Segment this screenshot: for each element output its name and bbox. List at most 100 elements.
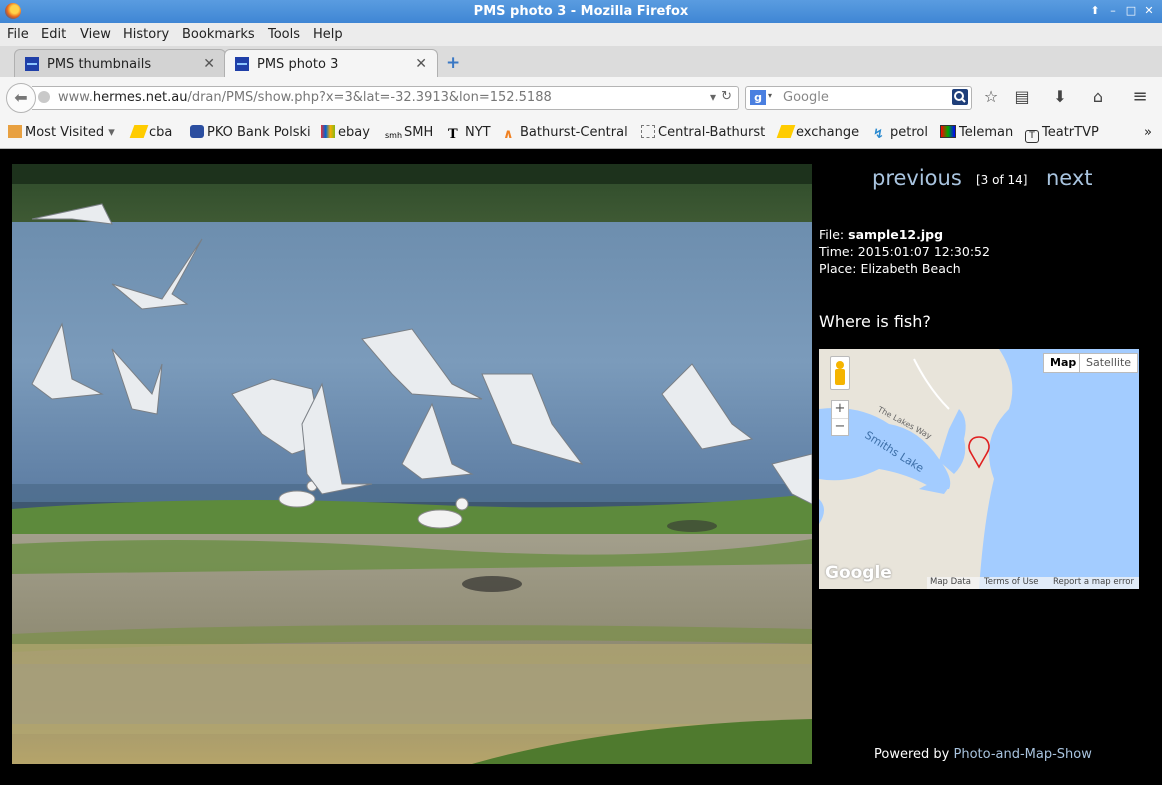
bookmark-exchange[interactable]: exchange	[776, 125, 860, 140]
zoom-in-button[interactable]: +	[832, 401, 848, 418]
bookmark-bathurst-central[interactable]: ∧ Bathurst-Central	[503, 125, 628, 142]
firefox-window: PMS photo 3 - Mozilla Firefox ⬆ – □ ✕ Fi…	[0, 0, 1162, 785]
zoom-controls: + −	[831, 400, 849, 436]
bookmark-cba[interactable]: cba	[129, 125, 173, 140]
bookmark-label: Central-Bathurst	[658, 125, 766, 140]
bookmark-label: cba	[149, 125, 173, 140]
bookmark-label: Teleman	[959, 125, 1014, 140]
map-type-map-button[interactable]: Map	[1043, 353, 1084, 373]
place-label: Place:	[819, 261, 857, 276]
pms-favicon-icon	[25, 57, 39, 71]
url-text[interactable]: www.hermes.net.au/dran/PMS/show.php?x=3&…	[58, 90, 552, 105]
window-title: PMS photo 3 - Mozilla Firefox	[473, 4, 689, 19]
downloads-icon[interactable]: ⬇	[1050, 87, 1070, 107]
report-map-error-link[interactable]: Report a map error	[1053, 577, 1134, 587]
tab-close-icon[interactable]: ✕	[415, 56, 427, 72]
terms-of-use-link[interactable]: Terms of Use	[984, 577, 1039, 587]
reload-icon[interactable]: ↻	[721, 89, 732, 104]
window-maximize-up-icon[interactable]: ⬆	[1088, 4, 1102, 18]
google-logo: Google	[825, 563, 892, 583]
window-maximize-button[interactable]: □	[1124, 4, 1138, 18]
bookmark-teleman[interactable]: Teleman	[940, 125, 1013, 140]
photo-counter: [3 of 14]	[976, 173, 1028, 187]
pegman-head	[836, 361, 844, 369]
next-link[interactable]: next	[1046, 166, 1093, 190]
home-icon[interactable]: ⌂	[1088, 87, 1108, 107]
bookmark-label: Bathurst-Central	[520, 125, 628, 140]
hamburger-menu-icon[interactable]: ≡	[1130, 87, 1150, 107]
previous-link[interactable]: previous	[872, 166, 962, 190]
powered-by-text: Powered by	[874, 747, 950, 762]
petrol-icon: ↯	[873, 127, 884, 142]
time-label: Time:	[819, 244, 854, 259]
bookmark-label: SMH	[404, 125, 434, 140]
page-content: previous [3 of 14] next File: sample12.j…	[0, 149, 1162, 785]
bookmark-pko[interactable]: PKO Bank Polski	[190, 125, 311, 140]
menu-edit[interactable]: Edit	[41, 27, 66, 42]
place-value: Elizabeth Beach	[860, 261, 961, 276]
teleman-icon	[940, 125, 956, 138]
bird-photo	[12, 164, 812, 764]
bathurst-central-icon: ∧	[503, 127, 514, 142]
street-view-pegman-icon[interactable]	[830, 356, 850, 390]
search-box[interactable]: g ▾ Google	[745, 86, 972, 110]
file-label: File:	[819, 227, 845, 242]
pegman-body	[835, 369, 845, 385]
pko-icon	[190, 125, 204, 138]
menu-bar: File Edit View History Bookmarks Tools H…	[0, 23, 1162, 46]
search-input[interactable]: Google	[783, 90, 829, 105]
bookmarks-toolbar: Most Visited ▾ cba PKO Bank Polski ebay …	[0, 117, 1162, 149]
tab-label: PMS photo 3	[257, 57, 339, 72]
bookmark-label: TeatrTVP	[1042, 125, 1099, 140]
tab-pms-photo-3[interactable]: PMS photo 3 ✕	[224, 49, 438, 78]
globe-icon	[38, 91, 50, 103]
bookmark-teatrtvp[interactable]: T TeatrTVP	[1025, 125, 1099, 143]
menu-tools[interactable]: Tools	[268, 27, 300, 42]
search-engine-dropdown-icon[interactable]: ▾	[768, 91, 772, 100]
bookmark-central-bathurst[interactable]: Central-Bathurst	[641, 125, 765, 140]
url-path: /dran/PMS/show.php?x=3&lat=-32.3913&lon=…	[187, 90, 552, 105]
zoom-out-button[interactable]: −	[832, 418, 848, 436]
bookmark-petrol[interactable]: ↯ petrol	[873, 125, 928, 142]
map-footer: Map Data Terms of Use Report a map error	[927, 577, 1139, 589]
url-bar[interactable]: www.hermes.net.au/dran/PMS/show.php?x=3&…	[32, 86, 739, 110]
bookmark-smh[interactable]: smh SMH	[385, 125, 433, 144]
bookmark-ebay[interactable]: ebay	[321, 125, 370, 140]
bookmark-label: Most Visited	[25, 125, 105, 140]
menu-help[interactable]: Help	[313, 27, 343, 42]
smh-icon: smh	[385, 131, 403, 140]
photo-caption: Where is fish?	[819, 312, 931, 331]
time-value: 2015:01:07 12:30:52	[857, 244, 990, 259]
google-search-engine-icon[interactable]: g	[750, 90, 766, 105]
menu-bookmarks[interactable]: Bookmarks	[182, 27, 255, 42]
bookmark-label: ebay	[338, 125, 370, 140]
teatrtvp-icon: T	[1025, 130, 1039, 143]
file-name: sample12.jpg	[848, 227, 944, 242]
map-canvas[interactable]: The Lakes Way Smiths Lake	[819, 349, 1139, 589]
bookmark-nyt[interactable]: T NYT	[448, 125, 491, 142]
tab-pms-thumbnails[interactable]: PMS thumbnails ✕	[14, 49, 226, 77]
menu-file[interactable]: File	[7, 27, 29, 42]
menu-history[interactable]: History	[123, 27, 169, 42]
window-minimize-button[interactable]: –	[1106, 4, 1120, 18]
bookmarks-menu-icon[interactable]: ▤	[1012, 87, 1032, 107]
location-map[interactable]: The Lakes Way Smiths Lake + − Map Satell…	[819, 349, 1139, 589]
search-icon[interactable]	[952, 89, 968, 105]
tab-close-icon[interactable]: ✕	[203, 56, 215, 72]
exchange-icon	[776, 125, 796, 138]
bookmark-label: exchange	[796, 125, 860, 140]
back-button[interactable]: ⬅	[6, 83, 36, 113]
place-info: Place: Elizabeth Beach	[819, 261, 961, 276]
window-close-button[interactable]: ✕	[1142, 4, 1156, 18]
bookmark-most-visited[interactable]: Most Visited ▾	[8, 125, 115, 140]
menu-view[interactable]: View	[80, 27, 111, 42]
chevron-down-icon: ▾	[108, 125, 115, 140]
url-dropdown-icon[interactable]: ▾	[710, 90, 716, 104]
map-type-satellite-button[interactable]: Satellite	[1079, 353, 1139, 373]
new-tab-plus-icon[interactable]: +	[446, 53, 460, 73]
map-data-link[interactable]: Map Data	[930, 577, 971, 587]
bookmark-star-icon[interactable]: ☆	[981, 87, 1001, 107]
photo-and-map-show-link[interactable]: Photo-and-Map-Show	[954, 747, 1092, 762]
title-bar: PMS photo 3 - Mozilla Firefox ⬆ – □ ✕	[0, 0, 1162, 23]
bookmarks-overflow-chevron-icon[interactable]: »	[1144, 125, 1152, 140]
